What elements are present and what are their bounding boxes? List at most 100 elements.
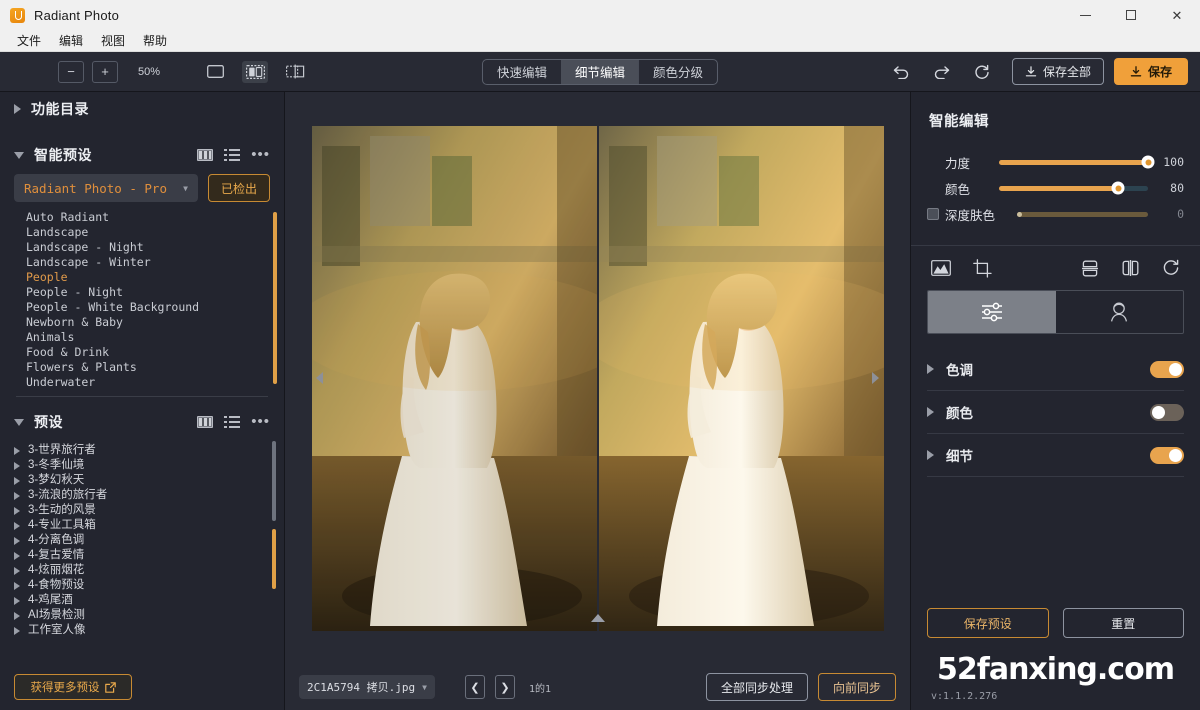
undo-icon[interactable]: [882, 57, 922, 87]
list-item[interactable]: Landscape - Winter: [26, 255, 284, 270]
list-item[interactable]: Food & Drink: [26, 345, 284, 360]
grid-view-icon[interactable]: [197, 416, 213, 428]
section-color[interactable]: 颜色: [927, 391, 1184, 433]
prev-image-button[interactable]: ❮: [465, 675, 485, 699]
slider-label: 深度肤色: [945, 205, 1017, 224]
smart-preset-scrollbar[interactable]: [273, 212, 277, 384]
slider-color[interactable]: 颜色 80: [927, 175, 1184, 201]
list-item[interactable]: 3-流浪的旅行者: [14, 488, 284, 503]
list-item[interactable]: 3-梦幻秋天: [14, 473, 284, 488]
color-toggle[interactable]: [1150, 404, 1184, 421]
minimize-icon[interactable]: [1062, 0, 1108, 30]
more-options-icon[interactable]: •••: [251, 151, 270, 159]
preset-list[interactable]: 3-世界旅行者 3-冬季仙境 3-梦幻秋天 3-流浪的旅行者 3-生动的风景 4…: [0, 439, 284, 710]
list-item[interactable]: Animals: [26, 330, 284, 345]
sync-all-button[interactable]: 全部同步处理: [706, 673, 808, 701]
preset-list-scrollbar[interactable]: [272, 441, 276, 521]
list-item[interactable]: 3-冬季仙境: [14, 458, 284, 473]
smart-preset-combo[interactable]: Radiant Photo - Pro ▼: [14, 174, 198, 202]
checked-out-chip[interactable]: 已检出: [208, 174, 270, 202]
slider-track[interactable]: [1017, 212, 1148, 217]
save-preset-button[interactable]: 保存预设: [927, 608, 1049, 638]
tab-detail-edit[interactable]: 细节编辑: [561, 60, 639, 84]
menu-item-file[interactable]: 文件: [8, 31, 50, 50]
slider-track[interactable]: [999, 160, 1148, 165]
zoom-in-button[interactable]: +: [92, 61, 118, 83]
close-icon[interactable]: ✕: [1154, 0, 1200, 30]
menu-item-edit[interactable]: 编辑: [50, 31, 92, 50]
slider-knob[interactable]: [1112, 182, 1125, 195]
smart-preset-list[interactable]: Auto Radiant Landscape Landscape - Night…: [0, 210, 284, 390]
list-item[interactable]: People - Night: [26, 285, 284, 300]
crop-icon[interactable]: [973, 259, 992, 278]
menu-item-view[interactable]: 视图: [92, 31, 134, 50]
list-item[interactable]: 3-世界旅行者: [14, 443, 284, 458]
list-item[interactable]: Landscape - Night: [26, 240, 284, 255]
catalog-title: 功能目录: [31, 99, 89, 119]
image-pane-before[interactable]: [312, 126, 597, 631]
reset-icon[interactable]: [962, 57, 1002, 87]
adjustments-tab[interactable]: [928, 291, 1056, 333]
portrait-tab[interactable]: [1056, 291, 1184, 333]
list-item[interactable]: Underwater: [26, 375, 284, 390]
more-options-icon[interactable]: •••: [251, 418, 270, 426]
menu-item-help[interactable]: 帮助: [134, 31, 176, 50]
histogram-icon[interactable]: [931, 260, 951, 276]
list-item[interactable]: 工作室人像: [14, 623, 284, 638]
section-smart-presets[interactable]: 智能预设 •••: [0, 138, 284, 172]
flip-horizontal-icon[interactable]: [1121, 259, 1140, 277]
list-item[interactable]: Flowers & Plants: [26, 360, 284, 375]
split-view-icon[interactable]: [242, 61, 268, 83]
section-tone[interactable]: 色调: [927, 348, 1184, 390]
save-button[interactable]: 保存: [1114, 58, 1188, 85]
collapse-left-icon[interactable]: [314, 368, 326, 388]
list-view-icon[interactable]: [224, 149, 240, 161]
list-item[interactable]: People - White Background: [26, 300, 284, 315]
slider-track[interactable]: [999, 186, 1148, 191]
rotate-icon[interactable]: [1162, 259, 1180, 277]
redo-icon[interactable]: [922, 57, 962, 87]
tone-toggle[interactable]: [1150, 361, 1184, 378]
chevron-right-icon: [14, 627, 20, 635]
list-item[interactable]: Landscape: [26, 225, 284, 240]
slider-strength[interactable]: 力度 100: [927, 149, 1184, 175]
list-item[interactable]: 4-鸡尾酒: [14, 593, 284, 608]
slider-label: 颜色: [927, 179, 999, 198]
before-after-view-icon[interactable]: [282, 61, 308, 83]
list-item[interactable]: 4-分离色调: [14, 533, 284, 548]
list-item[interactable]: 3-生动的风景: [14, 503, 284, 518]
detail-toggle[interactable]: [1150, 447, 1184, 464]
list-item[interactable]: 4-复古爱情: [14, 548, 284, 563]
filename-combo[interactable]: 2C1A5794 拷贝.jpg ▼: [299, 675, 435, 699]
slider-knob[interactable]: [1142, 156, 1155, 169]
single-view-icon[interactable]: [202, 61, 228, 83]
section-catalog[interactable]: 功能目录: [0, 92, 284, 126]
collapse-right-icon[interactable]: [870, 368, 882, 388]
sync-forward-button[interactable]: 向前同步: [818, 673, 896, 701]
list-item[interactable]: AI场景检测: [14, 608, 284, 623]
grid-view-icon[interactable]: [197, 149, 213, 161]
flip-vertical-icon[interactable]: [1081, 259, 1099, 278]
tab-color-grading[interactable]: 颜色分级: [639, 60, 717, 84]
list-item[interactable]: 4-炫丽烟花: [14, 563, 284, 578]
list-item[interactable]: Auto Radiant: [26, 210, 284, 225]
section-presets[interactable]: 预设 •••: [0, 405, 284, 439]
save-all-button[interactable]: 保存全部: [1012, 58, 1104, 85]
deep-skin-tone-checkbox[interactable]: [927, 208, 939, 220]
reset-button[interactable]: 重置: [1063, 608, 1185, 638]
zoom-out-button[interactable]: −: [58, 61, 84, 83]
list-item[interactable]: 4-专业工具箱: [14, 518, 284, 533]
list-view-icon[interactable]: [224, 416, 240, 428]
expand-up-icon[interactable]: [591, 614, 605, 622]
maximize-icon[interactable]: [1108, 0, 1154, 30]
get-more-presets-button[interactable]: 获得更多预设: [14, 674, 132, 700]
slider-deep-skin-tone[interactable]: 深度肤色 0: [927, 201, 1184, 227]
image-pane-after[interactable]: [599, 126, 884, 631]
preset-list-scrollbar-thumb[interactable]: [272, 529, 276, 589]
tab-quick-edit[interactable]: 快速编辑: [483, 60, 561, 84]
next-image-button[interactable]: ❯: [495, 675, 515, 699]
list-item[interactable]: 4-食物预设: [14, 578, 284, 593]
section-detail[interactable]: 细节: [927, 434, 1184, 476]
list-item[interactable]: Newborn & Baby: [26, 315, 284, 330]
list-item-selected[interactable]: People: [26, 270, 284, 285]
